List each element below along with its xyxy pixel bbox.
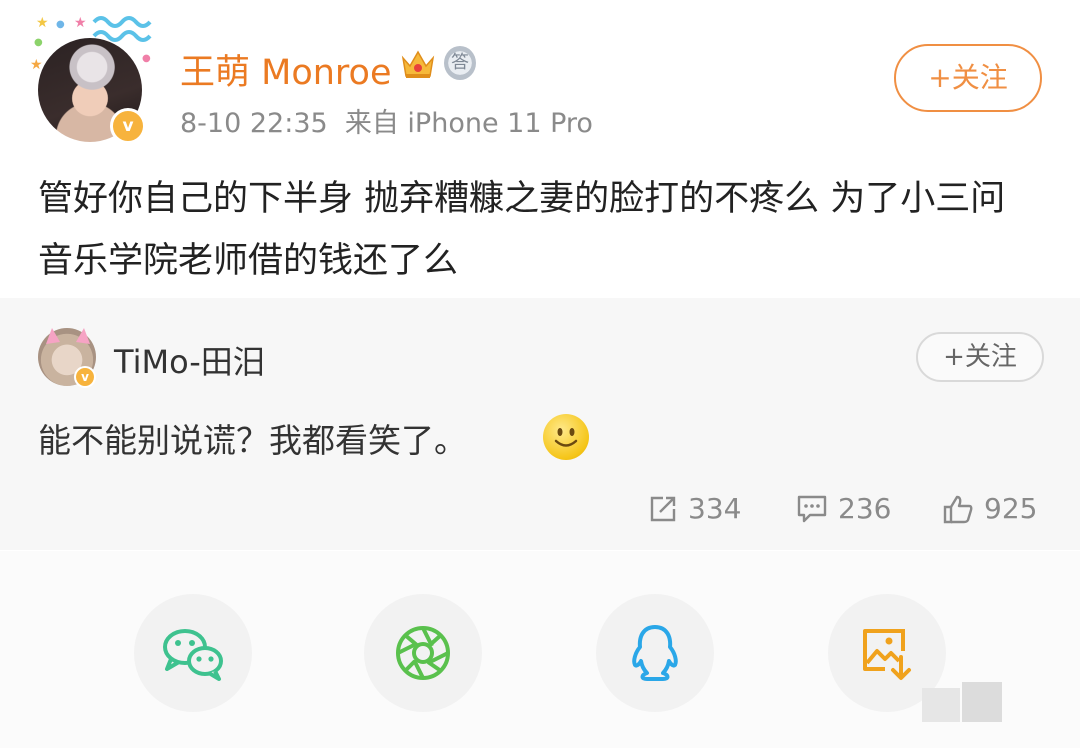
verified-badge-icon: v bbox=[74, 366, 96, 388]
share-qq-button[interactable] bbox=[596, 594, 714, 712]
like-count-button[interactable]: 925 bbox=[942, 492, 1037, 525]
follow-author-button[interactable]: +关注 bbox=[894, 44, 1042, 112]
moments-icon bbox=[396, 626, 450, 680]
quoted-author-name[interactable]: TiMo-田汨 bbox=[114, 337, 265, 383]
comment-icon bbox=[797, 495, 827, 522]
author-name[interactable]: 王萌 Monroe bbox=[180, 44, 392, 95]
qq-icon bbox=[632, 625, 678, 681]
repost-count: 334 bbox=[688, 492, 742, 525]
share-wechat-button[interactable] bbox=[134, 594, 252, 712]
star-decoration-icon: ★ bbox=[36, 15, 49, 31]
dot-decoration-icon: ● bbox=[34, 37, 43, 48]
post-meta: 8-10 22:35 来自 iPhone 11 Pro bbox=[180, 101, 593, 140]
author-avatar-container[interactable]: ★ ● ★ ● ★ ● v bbox=[30, 14, 152, 144]
post-source: 来自 iPhone 11 Pro bbox=[344, 108, 593, 139]
post-timestamp: 8-10 22:35 bbox=[180, 108, 328, 139]
thumbs-up-icon bbox=[943, 495, 973, 523]
share-moments-button[interactable] bbox=[364, 594, 482, 712]
repost-icon bbox=[650, 496, 676, 521]
watermark-blocks bbox=[922, 682, 1002, 722]
comment-count-button[interactable]: 236 bbox=[796, 492, 891, 525]
repost-count-button[interactable]: 334 bbox=[648, 492, 741, 525]
comment-count: 236 bbox=[838, 492, 892, 525]
dot-decoration-icon: ● bbox=[56, 19, 65, 30]
wechat-icon bbox=[163, 629, 223, 681]
like-count: 925 bbox=[984, 492, 1038, 525]
verified-badge-icon: v bbox=[110, 108, 146, 144]
follow-quoted-author-button[interactable]: +关注 bbox=[916, 332, 1044, 382]
quoted-post-body: 能不能别说谎？我都看笑了。 bbox=[38, 421, 467, 460]
medal-badge-icon: 答 bbox=[444, 46, 476, 80]
save-image-icon bbox=[863, 629, 911, 680]
vip-crown-icon bbox=[401, 50, 435, 78]
star-decoration-icon: ★ bbox=[74, 15, 87, 31]
pink-ears-decoration-icon bbox=[46, 328, 90, 344]
post-body: 管好你自己的下半身 抛弃糟糠之妻的脸打的不疼么 为了小三问音乐学院老师借的钱还了… bbox=[38, 179, 1006, 281]
smile-emoji-icon bbox=[543, 414, 589, 460]
dot-decoration-icon: ● bbox=[142, 53, 151, 64]
